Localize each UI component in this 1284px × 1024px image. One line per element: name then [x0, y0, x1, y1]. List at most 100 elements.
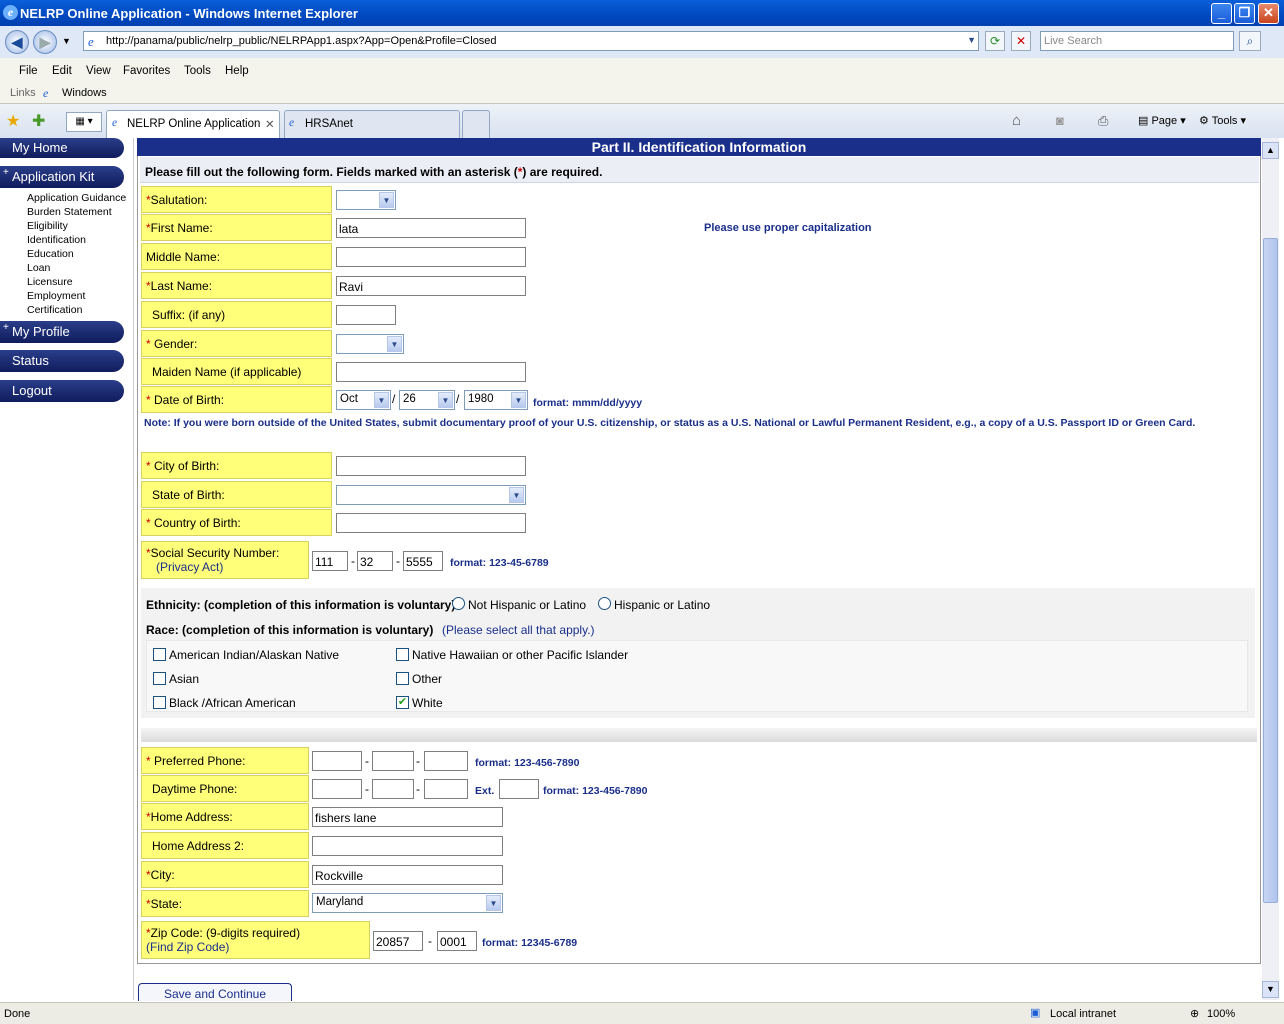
dob-month-select[interactable]: Oct ▼ — [336, 390, 391, 410]
scroll-up-icon[interactable]: ▲ — [1262, 142, 1279, 159]
zoom-level[interactable]: 100% — [1207, 1008, 1235, 1020]
dob-day-select[interactable]: 26 ▼ — [399, 390, 455, 410]
menu-edit[interactable]: Edit — [52, 65, 72, 77]
sidebar-item-education[interactable]: Education — [27, 248, 74, 260]
ssn-part1-input[interactable]: 111 — [312, 551, 348, 571]
city-input[interactable]: Rockville — [312, 865, 503, 885]
nav-logout[interactable]: Logout — [0, 380, 124, 402]
home-address-input[interactable]: fishers lane — [312, 807, 503, 827]
daytime-phone-prefix-input[interactable] — [372, 779, 414, 799]
preferred-phone-prefix-input[interactable] — [372, 751, 414, 771]
nav-my-home[interactable]: My Home — [0, 138, 124, 158]
race-white-checkbox[interactable]: ✔ — [396, 696, 409, 709]
salutation-select[interactable]: ▼ — [336, 190, 396, 210]
find-zip-link[interactable]: (Find Zip Code) — [146, 940, 229, 954]
state-of-birth-select[interactable]: ▼ — [336, 485, 526, 505]
sidebar-item-eligibility[interactable]: Eligibility — [27, 220, 68, 232]
sidebar-item-loan[interactable]: Loan — [27, 262, 50, 274]
ssn-part2-input[interactable]: 32 — [357, 551, 393, 571]
zip-4-input[interactable]: 0001 — [437, 931, 477, 951]
tab-close-icon[interactable]: ✕ — [265, 117, 275, 131]
race-other-checkbox[interactable] — [396, 672, 409, 685]
history-dropdown-icon[interactable]: ▼ — [62, 36, 71, 46]
race-black-checkbox[interactable] — [153, 696, 166, 709]
ssn-part3-input[interactable]: 5555 — [403, 551, 443, 571]
print-icon[interactable]: ⎙ — [1098, 113, 1108, 129]
ssn-separator: - — [351, 554, 355, 568]
menu-view[interactable]: View — [86, 65, 111, 77]
zoom-icon[interactable]: ⊕ — [1190, 1007, 1199, 1020]
ethnicity-label: Ethnicity: (completion of this informati… — [146, 598, 456, 612]
suffix-label: Suffix: (if any) — [141, 301, 332, 328]
search-input[interactable]: Live Search — [1040, 31, 1234, 51]
sidebar-item-application-guidance[interactable]: Application Guidance — [27, 192, 126, 204]
privacy-act-link[interactable]: (Privacy Act) — [146, 560, 223, 574]
new-tab-button[interactable] — [462, 110, 490, 138]
vertical-scrollbar[interactable]: ▲ ▼ — [1262, 138, 1279, 1000]
menu-file[interactable]: File — [19, 65, 38, 77]
last-name-input[interactable]: Ravi — [336, 276, 526, 296]
gender-select[interactable]: ▼ — [336, 334, 404, 354]
checkmark-icon: ✔ — [397, 696, 408, 708]
back-button[interactable]: ◀ — [5, 30, 29, 54]
dob-year-select[interactable]: 1980 ▼ — [464, 390, 528, 410]
menu-help[interactable]: Help — [225, 65, 249, 77]
stop-icon[interactable]: ✕ — [1011, 31, 1031, 51]
address-bar[interactable]: e http://panama/public/nelrp_public/NELR… — [83, 31, 979, 51]
country-of-birth-input[interactable] — [336, 513, 526, 533]
city-of-birth-input[interactable] — [336, 456, 526, 476]
menu-favorites[interactable]: Favorites — [123, 65, 170, 77]
state-select[interactable]: Maryland ▼ — [312, 893, 503, 913]
sidebar-item-certification[interactable]: Certification — [27, 304, 82, 316]
quick-tabs-icon[interactable]: ▦ ▾ — [66, 112, 102, 132]
sidebar-item-licensure[interactable]: Licensure — [27, 276, 73, 288]
home-address-2-input[interactable] — [312, 836, 503, 856]
search-icon[interactable]: ⌕ — [1239, 31, 1261, 51]
tab-hrsanet[interactable]: e HRSAnet — [284, 110, 460, 138]
close-window-button[interactable]: ✕ — [1258, 3, 1279, 24]
favorites-star-icon[interactable]: ★ — [6, 111, 20, 131]
daytime-phone-line-input[interactable] — [424, 779, 468, 799]
sidebar-item-burden-statement[interactable]: Burden Statement — [27, 206, 112, 218]
race-black-label: Black /African American — [169, 696, 296, 710]
sidebar-item-identification[interactable]: Identification — [27, 234, 86, 246]
ssn-label: *Social Security Number: (Privacy Act) — [141, 541, 309, 579]
sidebar-item-employment[interactable]: Employment — [27, 290, 85, 302]
ethnicity-hispanic-radio[interactable] — [598, 597, 611, 610]
nav-status[interactable]: Status — [0, 350, 124, 372]
suffix-input[interactable] — [336, 305, 396, 325]
zip-5-input[interactable]: 20857 — [373, 931, 423, 951]
menu-tools[interactable]: Tools — [184, 65, 211, 77]
race-asian-checkbox[interactable] — [153, 672, 166, 685]
maiden-name-input[interactable] — [336, 362, 526, 382]
nav-application-kit[interactable]: + Application Kit — [0, 166, 124, 188]
race-native-hawaiian-checkbox[interactable] — [396, 648, 409, 661]
home-icon[interactable]: ⌂ — [1012, 112, 1021, 129]
preferred-phone-area-input[interactable] — [312, 751, 362, 771]
scroll-down-icon[interactable]: ▼ — [1262, 981, 1279, 998]
daytime-phone-area-input[interactable] — [312, 779, 362, 799]
forward-button[interactable]: ▶ — [33, 30, 57, 54]
save-and-continue-button[interactable]: Save and Continue — [138, 983, 292, 1001]
refresh-icon[interactable]: ⟳ — [985, 31, 1005, 51]
window-title: NELRP Online Application - Windows Inter… — [20, 6, 358, 21]
first-name-input[interactable]: lata — [336, 218, 526, 238]
daytime-phone-ext-input[interactable] — [499, 779, 539, 799]
feeds-icon[interactable]: ◙ — [1056, 113, 1064, 128]
home-address-2-label: Home Address 2: — [141, 832, 309, 859]
tab-nelrp[interactable]: e NELRP Online Application ✕ — [106, 110, 280, 138]
scroll-thumb[interactable] — [1263, 238, 1278, 903]
minimize-button[interactable]: _ — [1211, 3, 1232, 24]
page-menu[interactable]: ▤ Page ▾ — [1138, 114, 1186, 127]
ethnicity-not-hispanic-radio[interactable] — [452, 597, 465, 610]
preferred-phone-line-input[interactable] — [424, 751, 468, 771]
link-windows[interactable]: Windows — [62, 87, 107, 99]
add-favorite-icon[interactable]: ✚ — [32, 111, 45, 131]
address-dropdown-icon[interactable]: ▼ — [967, 35, 976, 45]
race-american-indian-checkbox[interactable] — [153, 648, 166, 661]
nav-my-profile[interactable]: + My Profile — [0, 321, 124, 343]
middle-name-input[interactable] — [336, 247, 526, 267]
tools-menu[interactable]: ⚙ Tools ▾ — [1199, 114, 1246, 127]
daytime-phone-format: format: 123-456-7890 — [543, 785, 648, 797]
maximize-button[interactable]: ❐ — [1234, 3, 1255, 24]
